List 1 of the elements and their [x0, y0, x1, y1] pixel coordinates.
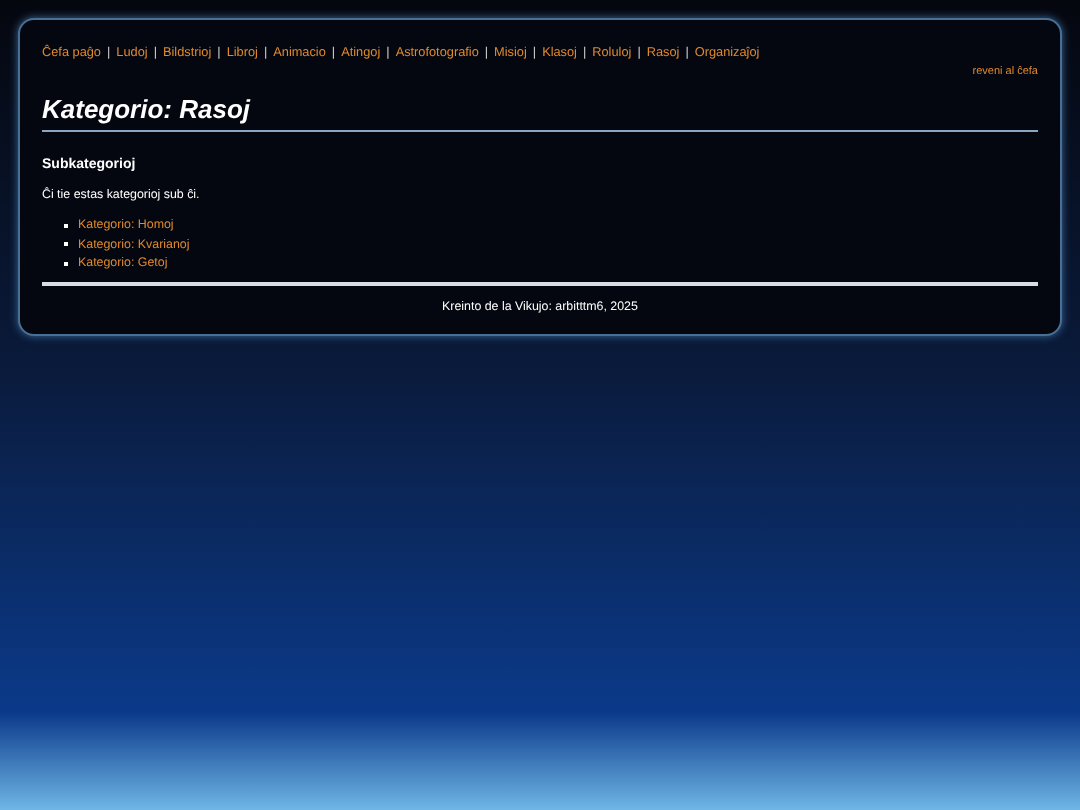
page-title: Kategorio: Rasoj — [42, 94, 1038, 132]
